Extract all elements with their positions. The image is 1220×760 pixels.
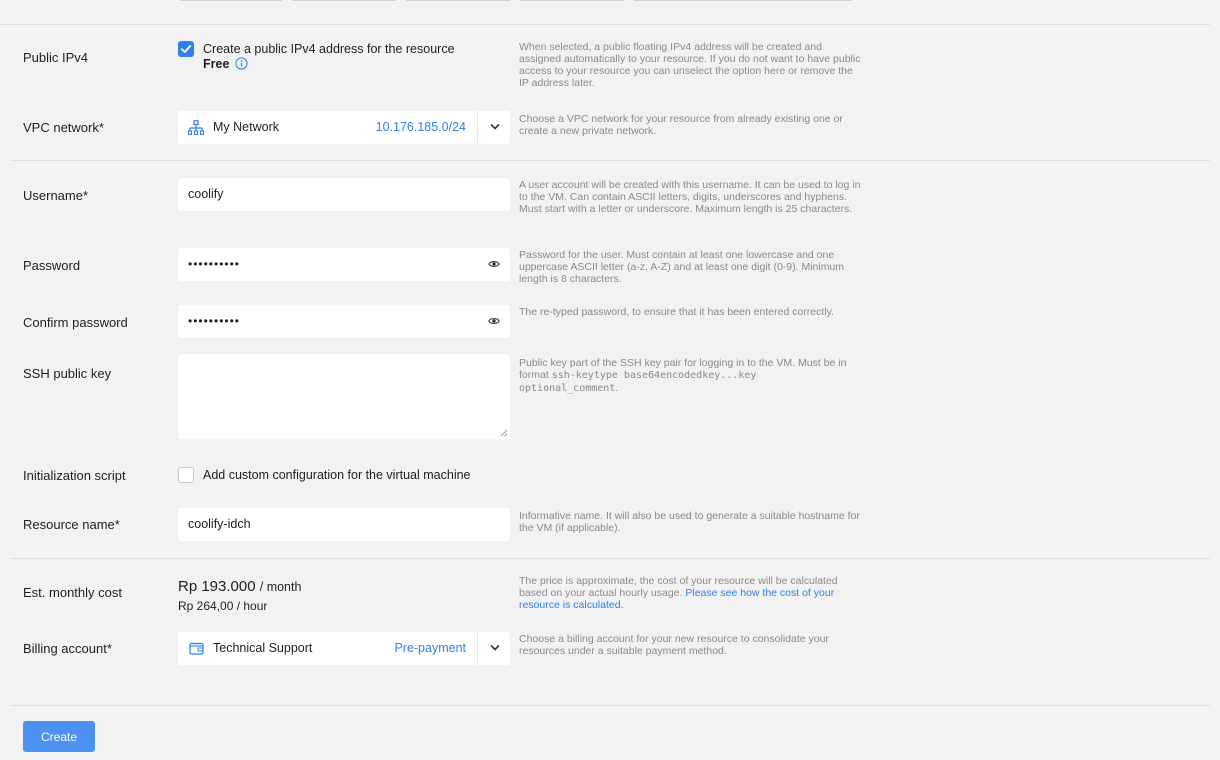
confirm-password-value: •••••••••• [188, 314, 241, 328]
init-script-checkbox-label[interactable]: Add custom configuration for the virtual… [203, 468, 471, 482]
username-input[interactable]: coolify [178, 178, 510, 211]
chevron-down-icon[interactable] [490, 123, 500, 131]
previous-option-edge [180, 0, 282, 1]
username-label: Username* [23, 188, 89, 203]
resource-name-input[interactable]: coolify-idch [178, 508, 510, 541]
resource-name-help: Informative name. It will also be used t… [519, 510, 860, 534]
vpc-select[interactable]: My Network 10.176.185.0/24 [178, 111, 510, 144]
free-label: Free [203, 57, 230, 71]
ipv4-checkbox[interactable] [178, 41, 194, 57]
confirm-password-label: Confirm password [23, 315, 128, 330]
billing-selected-type: Pre-payment [394, 641, 466, 655]
ssh-key-help: Public key part of the SSH key pair for … [519, 357, 861, 395]
cost-label: Est. monthly cost [23, 585, 122, 600]
hourly-price: Rp 264,00 / hour [178, 599, 268, 613]
check-icon [180, 45, 192, 53]
password-label: Password [23, 258, 81, 273]
select-divider [477, 111, 478, 144]
chevron-down-icon[interactable] [490, 644, 500, 652]
ssh-key-label: SSH public key [23, 366, 112, 381]
resource-name-label: Resource name* [23, 517, 120, 532]
vpc-selected-cidr: 10.176.185.0/24 [375, 120, 466, 134]
ssh-key-help-suffix: . [615, 382, 619, 394]
username-value: coolify [188, 187, 224, 201]
create-button[interactable]: Create [23, 721, 95, 752]
monthly-amount: Rp 193.000 [178, 578, 256, 595]
billing-label: Billing account* [23, 641, 112, 656]
wallet-icon [189, 642, 204, 655]
previous-section-edge [0, 0, 1210, 25]
ipv4-help: When selected, a public floating IPv4 ad… [519, 41, 861, 89]
monthly-unit: / month [259, 580, 302, 594]
billing-select[interactable]: Technical Support Pre-payment [178, 632, 510, 665]
eye-icon[interactable] [488, 316, 500, 326]
section-divider [10, 558, 1210, 559]
ssh-key-textarea[interactable] [178, 354, 510, 439]
confirm-password-input[interactable]: •••••••••• [178, 305, 510, 338]
network-icon [187, 120, 205, 135]
confirm-password-help: The re-typed password, to ensure that it… [519, 306, 834, 318]
previous-option-edge [292, 0, 396, 1]
monthly-price: Rp 193.000 / month [178, 578, 301, 595]
previous-option-edge [634, 0, 852, 1]
select-divider [477, 632, 478, 665]
ipv4-label: Public IPv4 [23, 50, 89, 65]
cost-help: The price is approximate, the cost of yo… [519, 575, 861, 611]
billing-help: Choose a billing account for your new re… [519, 633, 829, 657]
info-icon[interactable] [235, 57, 248, 70]
vpc-selected-name: My Network [213, 120, 279, 134]
ssh-key-help-code: ssh-keytype base64encodedkey...key optio… [519, 370, 757, 394]
eye-icon[interactable] [488, 259, 500, 269]
password-input[interactable]: •••••••••• [178, 248, 510, 281]
resize-handle-icon[interactable] [500, 429, 508, 437]
previous-option-edge [406, 0, 510, 1]
init-script-label: Initialization script [23, 468, 126, 483]
section-divider [10, 705, 1210, 706]
billing-selected-name: Technical Support [213, 641, 313, 655]
vpc-help: Choose a VPC network for your resource f… [519, 113, 843, 137]
init-script-checkbox[interactable] [178, 467, 194, 483]
vpc-label: VPC network* [23, 120, 104, 135]
previous-option-edge [520, 0, 624, 1]
resource-name-value: coolify-idch [188, 517, 251, 531]
ipv4-checkbox-label[interactable]: Create a public IPv4 address for the res… [203, 42, 455, 56]
username-help: A user account will be created with this… [519, 179, 861, 215]
ipv4-price-note: Free [203, 57, 248, 71]
password-value: •••••••••• [188, 257, 241, 271]
password-help: Password for the user. Must contain at l… [519, 249, 845, 285]
section-divider [10, 160, 1210, 161]
